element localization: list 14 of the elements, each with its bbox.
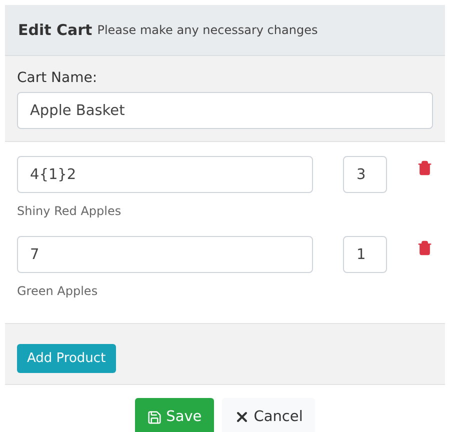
cart-name-label: Cart Name: [17, 70, 98, 86]
product-name: Shiny Red Apples [17, 204, 122, 218]
cart-name-field[interactable]: Apple Basket [17, 92, 433, 129]
product-name: Green Apples [17, 284, 99, 298]
product-code-field[interactable]: 4{1}2 [17, 156, 314, 193]
delete-icon[interactable] [417, 240, 433, 256]
quantity-field[interactable]: 3 [343, 156, 388, 193]
cancel-button[interactable]: Cancel [222, 398, 315, 432]
header-title: Edit Cart [18, 21, 92, 39]
delete-icon[interactable] [417, 160, 433, 176]
header-subtitle: Please make any necessary changes [97, 23, 318, 37]
quantity-field[interactable]: 1 [343, 236, 388, 273]
product-code-field[interactable]: 7 [17, 236, 314, 273]
save-icon [147, 410, 162, 424]
